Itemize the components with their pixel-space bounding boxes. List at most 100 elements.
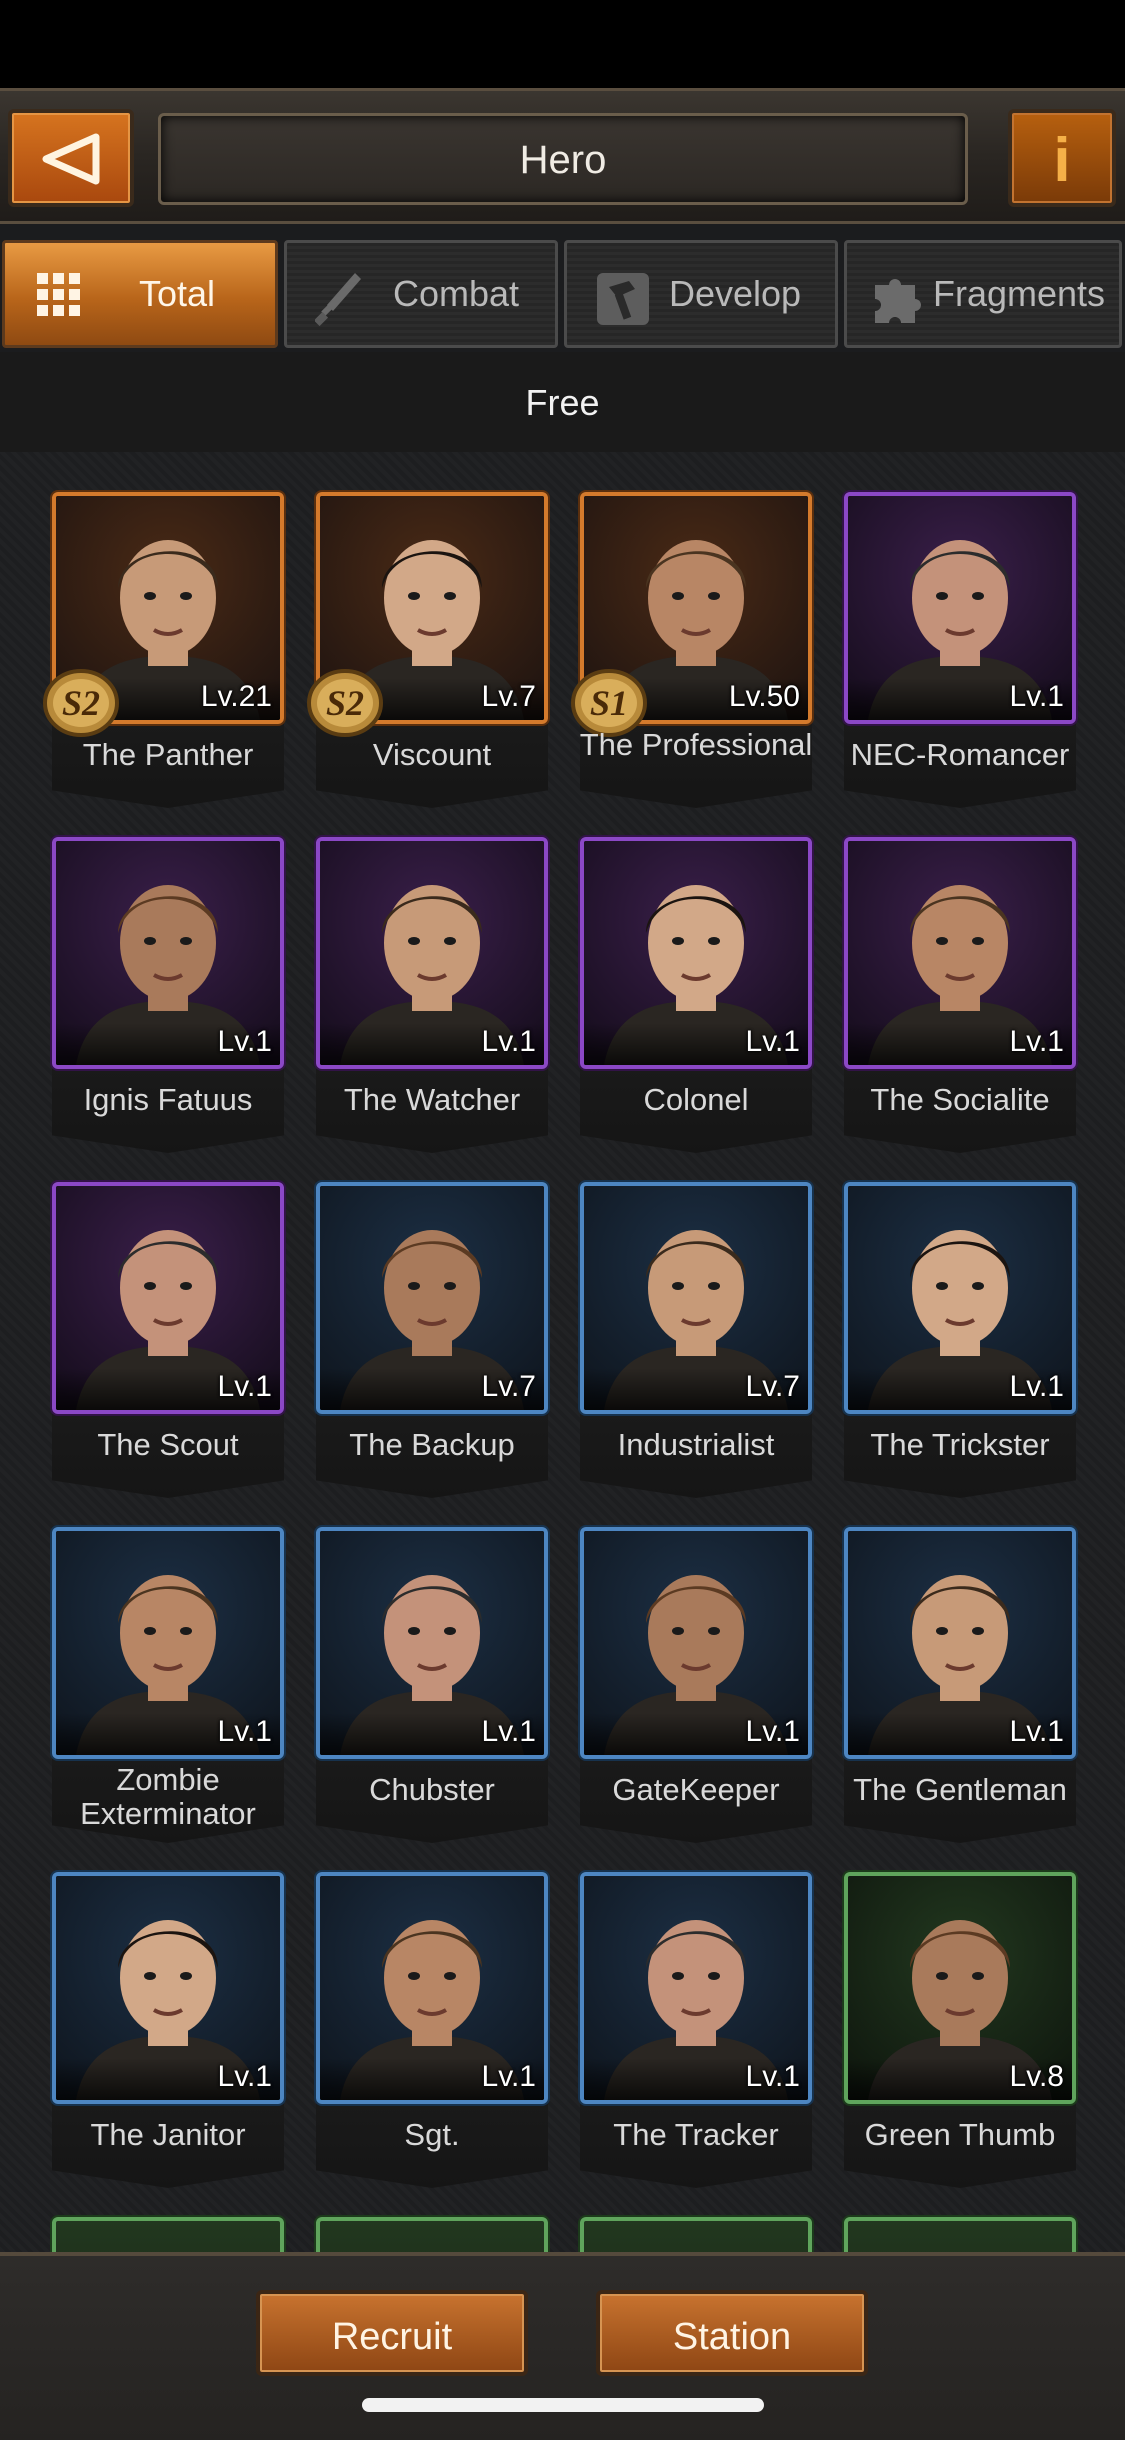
home-indicator — [362, 2398, 764, 2412]
hero-name: The Trickster — [870, 1427, 1050, 1462]
hero-card[interactable]: Lv.50 S1 The Professional — [571, 492, 812, 817]
hero-card[interactable]: Lv.1 The Tracker — [580, 1872, 812, 2197]
hero-name: The Janitor — [90, 2117, 246, 2152]
section-header: Free — [0, 352, 1125, 452]
hero-level: Lv.1 — [745, 2060, 800, 2093]
hero-level: Lv.7 — [745, 1370, 800, 1403]
hero-portrait-frame[interactable]: Lv.1 — [844, 492, 1076, 724]
hero-card[interactable]: Lv.1 Sgt. — [316, 1872, 548, 2197]
hero-card[interactable]: Lv.1 The Gentleman — [844, 1527, 1076, 1852]
hero-name: Ignis Fatuus — [83, 1082, 253, 1117]
hero-level: Lv.1 — [481, 1715, 536, 1748]
tab-total[interactable]: Total — [2, 240, 278, 348]
hero-card[interactable]: Lv.1 Chubster — [316, 1527, 548, 1852]
hero-level: Lv.21 — [200, 680, 272, 713]
hero-portrait-frame[interactable]: Lv.1 — [580, 1527, 812, 1759]
header: Hero i — [0, 88, 1125, 224]
hero-card[interactable]: Lv.7 Industrialist — [580, 1182, 812, 1507]
page-title: Hero — [519, 138, 607, 182]
hero-portrait-frame[interactable]: Lv.1 — [52, 1872, 284, 2104]
hero-level: Lv.7 — [481, 1370, 536, 1403]
hero-portrait-frame[interactable] — [580, 2217, 812, 2252]
hero-card[interactable]: Lv.7 The Backup — [316, 1182, 548, 1507]
hero-level: Lv.7 — [481, 680, 536, 713]
hero-level: Lv.1 — [217, 1370, 272, 1403]
hero-portrait-frame[interactable]: Lv.1 — [580, 1872, 812, 2104]
hero-card[interactable]: Lv.7 S2 Viscount — [307, 492, 548, 817]
hero-level: Lv.8 — [1009, 2060, 1064, 2093]
hero-card[interactable]: Lv.1 Zombie Exterminator — [52, 1527, 284, 1852]
hero-level: Lv.50 — [728, 680, 800, 713]
tab-fragments[interactable]: Fragments — [844, 240, 1122, 348]
grid-icon — [37, 273, 80, 316]
tab-develop-label: Develop — [669, 273, 802, 314]
recruit-button[interactable]: Recruit — [256, 2290, 528, 2376]
station-label: Station — [672, 2316, 792, 2358]
dagger-icon — [315, 273, 361, 327]
hero-portrait-frame[interactable]: Lv.1 — [316, 1527, 548, 1759]
hero-card[interactable]: Lv.1 The Scout — [52, 1182, 284, 1507]
hero-portrait-frame[interactable]: Lv.1 — [52, 1182, 284, 1414]
hero-card[interactable]: Lv.1 The Watcher — [316, 837, 548, 1162]
hero-name: The Watcher — [343, 1082, 521, 1117]
season-badge-label: S1 — [589, 683, 629, 723]
hero-name: Industrialist — [617, 1427, 775, 1462]
tab-develop[interactable]: Develop — [564, 240, 838, 348]
season-badge: S2 — [306, 668, 384, 738]
hero-portrait-frame[interactable] — [844, 2217, 1076, 2252]
hero-card[interactable]: Lv.8 Green Thumb — [844, 1872, 1076, 2197]
station-button[interactable]: Station — [596, 2290, 868, 2376]
hero-card[interactable]: Lv.21 S2 The Panther — [43, 492, 284, 817]
hero-level: Lv.1 — [217, 1715, 272, 1748]
hero-portrait-frame[interactable]: Lv.1 — [844, 1527, 1076, 1759]
hero-name: Colonel — [643, 1082, 749, 1117]
tab-bar: Total Combat Develop Fragments — [0, 240, 1125, 352]
hero-portrait-frame[interactable]: Lv.1 — [316, 1872, 548, 2104]
hero-card[interactable]: Lv.1 GateKeeper — [580, 1527, 812, 1852]
back-button[interactable] — [8, 109, 134, 207]
hero-name: Zombie Exterminator — [80, 1762, 256, 1831]
hero-portrait-frame[interactable]: Lv.1 — [52, 837, 284, 1069]
hero-portrait-frame[interactable]: Lv.1 — [580, 837, 812, 1069]
hero-name: The Backup — [349, 1427, 515, 1462]
tab-combat-label: Combat — [393, 273, 520, 314]
hero-name: The Socialite — [870, 1082, 1050, 1117]
hammer-icon — [597, 273, 649, 325]
status-bar — [0, 0, 1125, 88]
season-badge-label: S2 — [61, 683, 101, 723]
title-plate: Hero — [158, 113, 968, 205]
hero-portrait-frame[interactable]: Lv.7 — [580, 1182, 812, 1414]
hero-level: Lv.1 — [1009, 1715, 1064, 1748]
tab-fragments-label: Fragments — [933, 273, 1106, 314]
tab-combat[interactable]: Combat — [284, 240, 558, 348]
hero-card[interactable]: Lv.1 The Trickster — [844, 1182, 1076, 1507]
hero-card[interactable]: Lv.1 Ignis Fatuus — [52, 837, 284, 1162]
hero-card[interactable]: Lv.1 NEC-Romancer — [844, 492, 1076, 817]
season-badge: S2 — [42, 668, 120, 738]
hero-card[interactable]: Lv.1 The Janitor — [52, 1872, 284, 2197]
hero-name: Chubster — [369, 1772, 495, 1807]
hero-portrait-frame[interactable]: Lv.1 — [52, 1527, 284, 1759]
tab-total-label: Total — [139, 273, 216, 314]
hero-portrait-frame[interactable]: Lv.8 — [844, 1872, 1076, 2104]
info-button[interactable]: i — [1008, 109, 1116, 207]
hero-portrait-frame[interactable]: Lv.7 — [316, 1182, 548, 1414]
hero-name: The Scout — [97, 1427, 239, 1462]
hero-name: Green Thumb — [864, 2117, 1056, 2152]
hero-portrait-frame[interactable]: Lv.1 — [844, 1182, 1076, 1414]
hero-level: Lv.1 — [1009, 680, 1064, 713]
hero-portrait-frame[interactable] — [316, 2217, 548, 2252]
hero-portrait-frame[interactable] — [52, 2217, 284, 2252]
hero-name: The Tracker — [613, 2117, 779, 2152]
hero-level: Lv.1 — [1009, 1025, 1064, 1058]
hero-level: Lv.1 — [217, 1025, 272, 1058]
hero-name: The Panther — [82, 737, 254, 772]
hero-card[interactable]: Lv.1 The Socialite — [844, 837, 1076, 1162]
hero-level: Lv.1 — [481, 1025, 536, 1058]
hero-portrait-frame[interactable]: Lv.1 — [844, 837, 1076, 1069]
back-arrow-icon — [42, 133, 100, 185]
hero-portrait-frame[interactable]: Lv.1 — [316, 837, 548, 1069]
hero-card[interactable]: Lv.1 Colonel — [580, 837, 812, 1162]
puzzle-icon — [875, 279, 921, 323]
hero-level: Lv.1 — [745, 1025, 800, 1058]
